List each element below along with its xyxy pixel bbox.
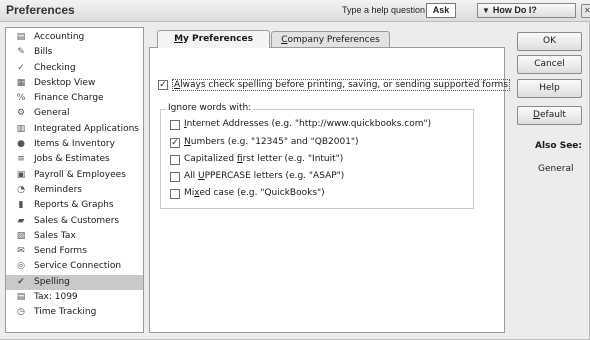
category-label: Accounting (34, 32, 85, 42)
title-bar: Preferences Type a help question Ask ▼ Ho… (0, 0, 590, 22)
ignore-option-label[interactable]: All UPPERCASE letters (e.g. "ASAP") (184, 171, 344, 181)
general-icon: ⚙ (16, 108, 26, 119)
cancel-button[interactable]: Cancel (517, 55, 582, 74)
default-button[interactable]: Default (517, 106, 582, 125)
time-tracking-icon: ◷ (17, 307, 25, 318)
category-item[interactable]: ● Items & Inventory (6, 137, 143, 152)
ignore-option-checkbox[interactable] (170, 155, 180, 165)
category-item[interactable]: ✓ Checking (6, 61, 143, 76)
ignore-option-label[interactable]: Capitalized first letter (e.g. "Intuit") (184, 154, 343, 164)
category-item[interactable]: ▮ Reports & Graphs (6, 198, 143, 213)
category-label: Service Connection (34, 261, 122, 272)
ask-button[interactable]: Ask (426, 3, 456, 18)
ledger-icon: ▤ (16, 32, 26, 42)
ignore-option-checkbox[interactable]: ✓ (170, 138, 180, 148)
category-label: Bills (34, 47, 53, 58)
category-label: Finance Charge (34, 93, 104, 104)
category-label: Send Forms (34, 246, 87, 257)
always-check-spelling-checkbox[interactable]: ✓ (158, 80, 168, 90)
category-item[interactable]: ▦ Desktop View (6, 76, 143, 91)
category-item[interactable]: ✔ Spelling (6, 274, 143, 291)
jobs-icon: ≡ (17, 154, 25, 165)
category-label: Items & Inventory (34, 139, 115, 150)
category-item[interactable]: ✉ Send Forms (6, 244, 143, 259)
tab-company-preferences[interactable]: Company Preferences (271, 31, 390, 47)
category-item[interactable]: ▧ Sales Tax (6, 229, 143, 244)
ignore-option-label[interactable]: Numbers (e.g. "12345" and "QB2001") (184, 137, 359, 147)
category-item[interactable]: ▤ Accounting (6, 30, 143, 45)
category-item[interactable]: ▰ Sales & Customers (6, 214, 143, 229)
category-label: Sales Tax (34, 230, 76, 241)
category-label: Time Tracking (34, 307, 97, 318)
desktop-icon: ▦ (16, 77, 26, 88)
category-label: Checking (34, 62, 76, 73)
category-item[interactable]: ◎ Service Connection (6, 259, 143, 274)
how-do-i-label: How Do I? (492, 5, 537, 15)
category-item[interactable]: ◷ Time Tracking (6, 305, 143, 320)
also-see-heading: Also See: (535, 141, 583, 151)
send-forms-icon: ✉ (17, 246, 25, 257)
ignore-option-label[interactable]: Mixed case (e.g. "QuickBooks") (184, 188, 325, 198)
my-preferences-panel: ✓ Always check spelling before printing,… (149, 47, 510, 333)
category-item[interactable]: ◔ Reminders (6, 183, 143, 198)
category-item[interactable]: ≡ Jobs & Estimates (6, 152, 143, 167)
window-title: Preferences (6, 3, 75, 17)
help-question-hint: Type a help question (342, 5, 426, 15)
preferences-window: Preferences Type a help question Ask ▼ Ho… (0, 0, 590, 340)
ignore-option-label[interactable]: Internet Addresses (e.g. "http://www.qui… (184, 119, 431, 129)
category-label: Integrated Applications (34, 123, 139, 134)
category-item[interactable]: ⚙ General (6, 106, 143, 121)
sales-tax-icon: ▧ (16, 230, 26, 241)
category-label: General (34, 108, 70, 119)
checking-icon: ✓ (17, 62, 25, 73)
tab-my-preferences[interactable]: My Preferences (157, 30, 270, 48)
bills-icon: ✎ (17, 47, 25, 58)
reminders-icon: ◔ (17, 184, 25, 195)
category-item[interactable]: ✎ Bills (6, 45, 143, 60)
reports-icon: ▮ (18, 200, 24, 211)
category-label: Spelling (34, 276, 70, 287)
category-item[interactable]: % Finance Charge (6, 91, 143, 106)
category-label: Jobs & Estimates (34, 154, 110, 165)
category-label: Tax: 1099 (34, 292, 78, 303)
tax-1099-icon: ▤ (16, 292, 26, 303)
inventory-icon: ● (17, 139, 25, 150)
sales-icon: ▰ (17, 215, 25, 226)
also-see-general-link[interactable]: General (538, 164, 573, 174)
help-button[interactable]: Help (517, 79, 582, 98)
category-item[interactable]: ▥ Integrated Applications (6, 122, 143, 137)
dropdown-arrow-icon: ▼ (482, 6, 490, 15)
ignore-words-label: Ignore words with: (166, 103, 254, 113)
ignore-option-checkbox[interactable] (170, 189, 180, 199)
category-label: Sales & Customers (34, 215, 120, 226)
category-label: Reports & Graphs (34, 200, 114, 211)
category-item[interactable]: ▤ Tax: 1099 (6, 290, 143, 305)
payroll-icon: ▣ (16, 169, 26, 180)
close-icon[interactable]: ✕ (581, 4, 590, 18)
ignore-option-checkbox[interactable] (170, 172, 180, 182)
category-item[interactable]: ▣ Payroll & Employees (6, 168, 143, 183)
category-list[interactable]: ▤ Accounting ✎ Bills ✓ Checking ▦ Desktop View%… (5, 27, 144, 333)
integrated-apps-icon: ▥ (16, 123, 26, 134)
category-label: Payroll & Employees (34, 169, 126, 180)
always-check-spelling-label[interactable]: Always check spelling before printing, s… (172, 79, 510, 91)
service-connection-icon: ◎ (17, 261, 25, 272)
finance-charge-icon: % (16, 93, 26, 104)
category-label: Desktop View (34, 77, 96, 88)
ignore-option-checkbox[interactable] (170, 120, 180, 130)
how-do-i-dropdown[interactable]: ▼ How Do I? (477, 3, 576, 18)
ok-button[interactable]: OK (517, 32, 582, 51)
category-label: Reminders (34, 184, 82, 195)
spelling-icon: ✔ (17, 276, 25, 287)
